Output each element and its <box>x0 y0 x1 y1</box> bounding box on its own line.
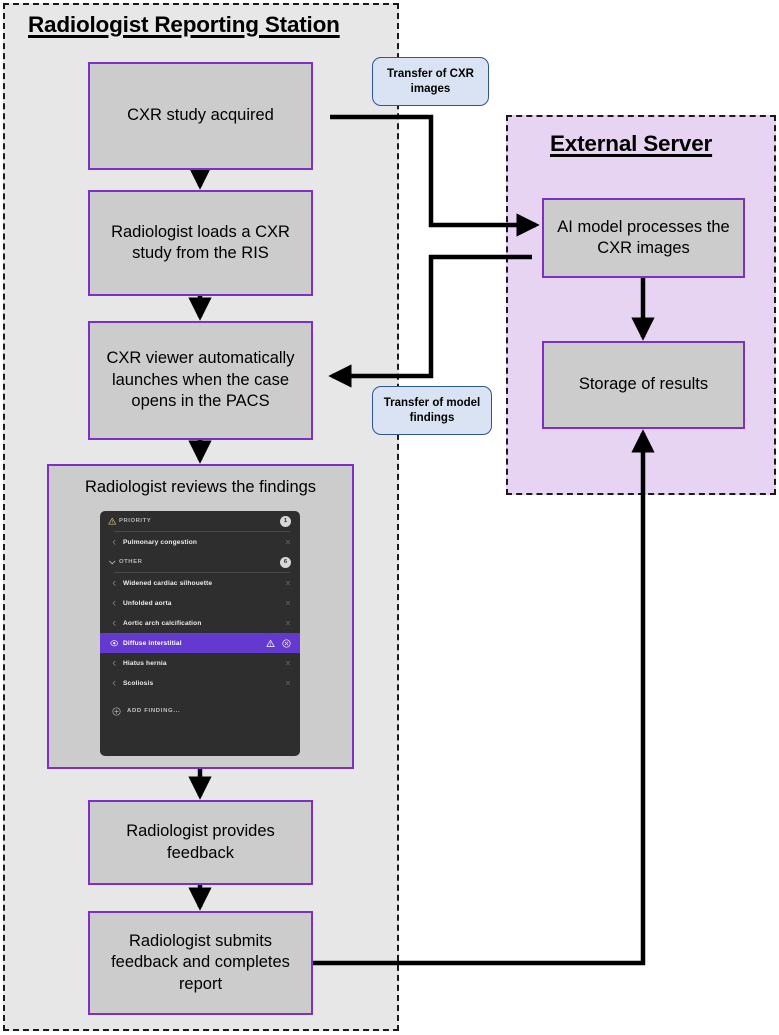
process-box-cxr-viewer-launches: CXR viewer automatically launches when t… <box>88 321 313 440</box>
process-box-ai-model-processes: AI model processes the CXR images <box>542 198 745 278</box>
finding-row-actions <box>285 580 291 586</box>
finding-row-label: Aortic arch calcification <box>123 619 202 627</box>
process-box-storage-of-results: Storage of results <box>542 341 745 429</box>
finding-row[interactable]: Scoliosis <box>100 673 300 693</box>
process-box-radiologist-loads-study: Radiologist loads a CXR study from the R… <box>88 190 313 296</box>
finding-row-label: Scoliosis <box>123 679 154 687</box>
swimlane-title-server: External Server <box>550 131 713 156</box>
process-box-radiologist-submits-feedback: Radiologist submits feedback and complet… <box>88 911 313 1015</box>
eye-icon[interactable] <box>108 639 120 648</box>
findings-section-header-priority[interactable]: PRIORITY 1 <box>100 511 300 531</box>
finding-row[interactable]: Unfolded aorta <box>100 593 300 613</box>
finding-row-actions <box>285 539 291 545</box>
swimlane-title-station: Radiologist Reporting Station <box>28 12 340 37</box>
findings-section-header-other[interactable]: OTHER 6 <box>100 552 300 572</box>
reviews-box-label: Radiologist reviews the findings <box>84 478 317 496</box>
annotation-transfer-of-cxr-images: Transfer of CXR images <box>372 57 489 106</box>
findings-section-count-badge: 6 <box>280 556 291 568</box>
finding-row-label: Unfolded aorta <box>123 599 172 607</box>
close-icon[interactable] <box>285 539 291 545</box>
chevron-left-icon[interactable] <box>108 600 120 607</box>
finding-row[interactable]: Diffuse interstitial <box>100 633 300 653</box>
chevron-left-icon[interactable] <box>108 580 120 587</box>
findings-panel: PRIORITY 1 Pulmonary congestion OTHER 6 Widen… <box>100 511 300 756</box>
process-box-cxr-study-acquired: CXR study acquired <box>88 62 313 170</box>
add-finding-button[interactable]: ADD FINDING... <box>100 700 300 722</box>
close-icon[interactable] <box>285 660 291 666</box>
finding-row-actions <box>285 680 291 686</box>
close-icon[interactable] <box>285 680 291 686</box>
finding-row-label: Widened cardiac silhouette <box>123 579 213 587</box>
chevron-left-icon[interactable] <box>108 620 120 627</box>
warning-triangle-icon <box>108 517 119 526</box>
finding-row[interactable]: Aortic arch calcification <box>100 613 300 633</box>
annotation-transfer-of-model-findings: Transfer of model findings <box>372 386 492 435</box>
finding-row-label: Diffuse interstitial <box>123 639 182 647</box>
close-icon[interactable] <box>285 580 291 586</box>
plus-circle-icon <box>110 706 122 716</box>
finding-row-actions <box>285 600 291 606</box>
findings-list: PRIORITY 1 Pulmonary congestion OTHER 6 Widen… <box>100 511 300 693</box>
chevron-left-icon[interactable] <box>108 660 120 667</box>
findings-section-count-badge: 1 <box>280 515 291 527</box>
finding-row[interactable]: Pulmonary congestion <box>100 532 300 552</box>
finding-row-actions <box>266 638 291 648</box>
finding-row-label: Pulmonary congestion <box>123 538 198 546</box>
add-finding-label: ADD FINDING... <box>127 708 181 714</box>
finding-row-label: Hiatus hernia <box>123 659 167 667</box>
finding-row-actions <box>285 620 291 626</box>
finding-row[interactable]: Widened cardiac silhouette <box>100 573 300 593</box>
swimlane-external-server <box>506 115 776 495</box>
workflow-diagram: Radiologist Reporting Station External S… <box>0 0 779 1035</box>
finding-row[interactable]: Hiatus hernia <box>100 653 300 673</box>
circle-close-icon[interactable] <box>282 638 291 648</box>
finding-row-actions <box>285 660 291 666</box>
close-icon[interactable] <box>285 620 291 626</box>
chevron-down-icon <box>108 558 119 567</box>
warning-triangle-icon[interactable] <box>266 639 275 648</box>
findings-section-label: PRIORITY <box>119 518 152 524</box>
process-box-radiologist-provides-feedback: Radiologist provides feedback <box>88 800 313 885</box>
close-icon[interactable] <box>285 600 291 606</box>
findings-section-label: OTHER <box>119 559 143 565</box>
chevron-left-icon[interactable] <box>108 539 120 546</box>
chevron-left-icon[interactable] <box>108 680 120 687</box>
